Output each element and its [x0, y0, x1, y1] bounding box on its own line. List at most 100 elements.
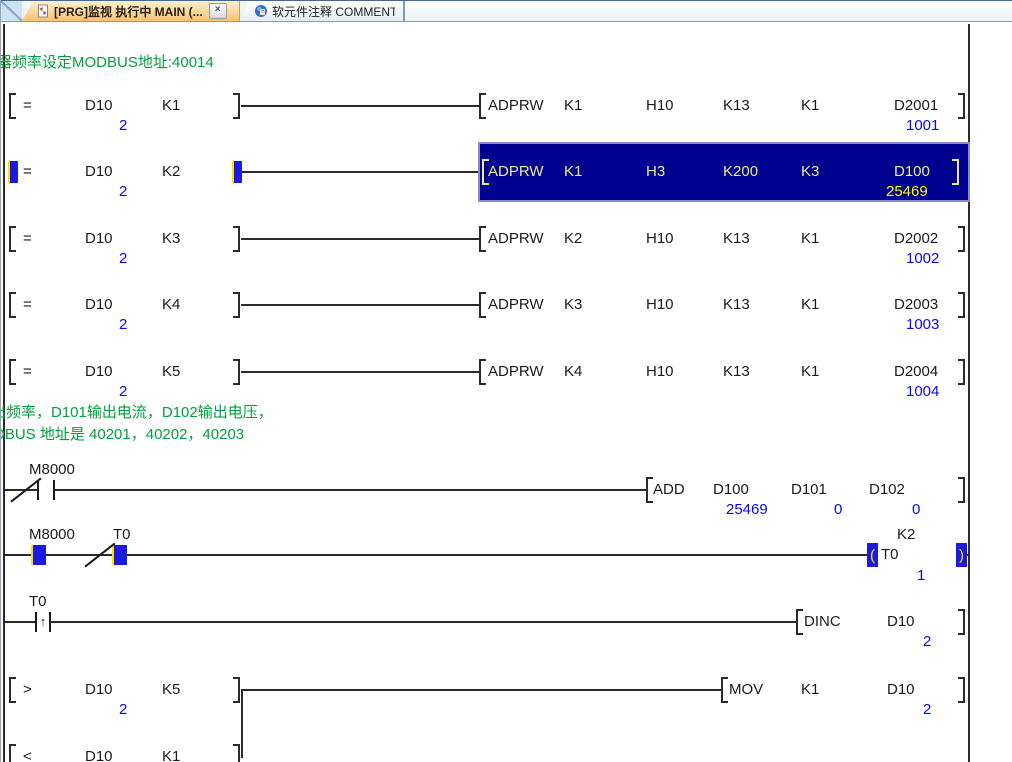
- close-bracket[interactable]: [958, 477, 965, 503]
- close-bracket[interactable]: [958, 292, 965, 318]
- close-bracket[interactable]: [233, 744, 240, 762]
- compare-operator[interactable]: =: [23, 296, 32, 313]
- operand-label[interactable]: K1: [162, 748, 180, 762]
- tab-prg-main[interactable]: [PRG]监视 执行中 MAIN (... ×: [22, 1, 240, 21]
- open-bracket[interactable]: [9, 677, 16, 703]
- operand-label[interactable]: D102: [869, 481, 905, 498]
- operand-label[interactable]: H10: [646, 97, 674, 114]
- close-bracket[interactable]: [958, 677, 965, 703]
- instruction-label[interactable]: ADPRW: [488, 296, 544, 313]
- close-bracket[interactable]: [958, 359, 965, 385]
- operand-label[interactable]: K13: [723, 363, 750, 380]
- operand-label[interactable]: T0: [29, 593, 47, 610]
- compare-operator[interactable]: =: [23, 163, 32, 180]
- close-bracket[interactable]: [233, 677, 240, 703]
- operand-label[interactable]: K3: [801, 163, 819, 180]
- instruction-label[interactable]: ADPRW: [488, 97, 544, 114]
- operand-label[interactable]: D10: [85, 296, 113, 313]
- instruction-label[interactable]: ADPRW: [488, 363, 544, 380]
- close-bracket[interactable]: [233, 292, 240, 318]
- instruction-label[interactable]: MOV: [729, 681, 763, 698]
- operand-label[interactable]: D10: [85, 748, 113, 762]
- tab-close-button[interactable]: ×: [209, 3, 227, 19]
- operand-label[interactable]: M8000: [29, 461, 75, 478]
- operand-label[interactable]: D100: [713, 481, 749, 498]
- open-bracket[interactable]: [479, 93, 486, 119]
- operand-label[interactable]: D10: [85, 363, 113, 380]
- operand-label[interactable]: T0: [881, 546, 899, 563]
- open-bracket[interactable]: [479, 292, 486, 318]
- operand-label[interactable]: K1: [801, 296, 819, 313]
- operand-label[interactable]: T0: [113, 526, 131, 543]
- operand-label[interactable]: H3: [646, 163, 665, 180]
- operand-label[interactable]: K1: [801, 230, 819, 247]
- operand-label[interactable]: K3: [564, 296, 582, 313]
- operand-label[interactable]: D10: [85, 230, 113, 247]
- operand-label[interactable]: D10: [85, 97, 113, 114]
- operand-label[interactable]: D2004: [894, 363, 938, 380]
- open-bracket[interactable]: [9, 359, 16, 385]
- operand-label[interactable]: K200: [723, 163, 758, 180]
- coil-bracket[interactable]: ): [956, 543, 967, 567]
- operand-label[interactable]: K1: [162, 97, 180, 114]
- open-bracket[interactable]: [646, 477, 653, 503]
- open-bracket[interactable]: [9, 226, 16, 252]
- operand-label[interactable]: K13: [723, 296, 750, 313]
- open-bracket[interactable]: [479, 359, 486, 385]
- open-bracket[interactable]: [721, 677, 728, 703]
- ladder-editor[interactable]: ()↑器频率设定MODBUS地址:40014=D10K12ADPRWK1H10K…: [1, 22, 1012, 762]
- compare-operator[interactable]: >: [23, 681, 32, 698]
- close-bracket[interactable]: [233, 359, 240, 385]
- close-bracket[interactable]: [958, 609, 965, 635]
- operand-label[interactable]: K1: [801, 97, 819, 114]
- compare-operator[interactable]: =: [23, 97, 32, 114]
- instruction-label[interactable]: ADD: [653, 481, 685, 498]
- operand-label[interactable]: K1: [801, 681, 819, 698]
- operand-label[interactable]: D2003: [894, 296, 938, 313]
- operand-label[interactable]: H10: [646, 230, 674, 247]
- energized-contact[interactable]: [31, 545, 46, 565]
- close-bracket[interactable]: [233, 226, 240, 252]
- operand-label[interactable]: K1: [564, 163, 582, 180]
- operand-label[interactable]: K1: [801, 363, 819, 380]
- operand-label[interactable]: D10: [887, 681, 915, 698]
- operand-label[interactable]: K4: [162, 296, 180, 313]
- open-bracket[interactable]: [479, 226, 486, 252]
- operand-label[interactable]: D100: [894, 163, 930, 180]
- compare-operator[interactable]: =: [23, 230, 32, 247]
- instruction-label[interactable]: ADPRW: [488, 230, 544, 247]
- operand-label[interactable]: K4: [564, 363, 582, 380]
- coil-bracket[interactable]: (: [867, 543, 878, 567]
- operand-label[interactable]: K2: [564, 230, 582, 247]
- close-bracket[interactable]: [958, 226, 965, 252]
- open-bracket[interactable]: [9, 93, 16, 119]
- tab-device-comment[interactable]: 软元件注释 COMMENT: [240, 1, 405, 21]
- energized-contact[interactable]: [8, 161, 18, 183]
- instruction-label[interactable]: DINC: [804, 613, 841, 630]
- operand-label[interactable]: D10: [85, 681, 113, 698]
- operand-label[interactable]: D2001: [894, 97, 938, 114]
- operand-label[interactable]: K3: [162, 230, 180, 247]
- operand-label[interactable]: K5: [162, 681, 180, 698]
- close-bracket[interactable]: [958, 93, 965, 119]
- open-bracket[interactable]: [9, 292, 16, 318]
- instruction-label[interactable]: ADPRW: [488, 163, 544, 180]
- operand-label[interactable]: D10: [85, 163, 113, 180]
- compare-operator[interactable]: =: [23, 363, 32, 380]
- energized-contact[interactable]: [232, 161, 242, 183]
- open-bracket[interactable]: [796, 609, 803, 635]
- close-bracket[interactable]: [233, 93, 240, 119]
- operand-label[interactable]: H10: [646, 363, 674, 380]
- operand-label[interactable]: K1: [564, 97, 582, 114]
- operand-label[interactable]: K13: [723, 97, 750, 114]
- close-bracket[interactable]: [952, 159, 959, 185]
- operand-label[interactable]: H10: [646, 296, 674, 313]
- operand-label[interactable]: K2: [162, 163, 180, 180]
- open-bracket[interactable]: [9, 744, 16, 762]
- operand-label[interactable]: K13: [723, 230, 750, 247]
- operand-label[interactable]: K2: [897, 526, 915, 543]
- compare-operator[interactable]: <: [23, 748, 32, 762]
- operand-label[interactable]: D10: [887, 613, 915, 630]
- energized-contact[interactable]: [112, 545, 127, 565]
- operand-label[interactable]: D101: [791, 481, 827, 498]
